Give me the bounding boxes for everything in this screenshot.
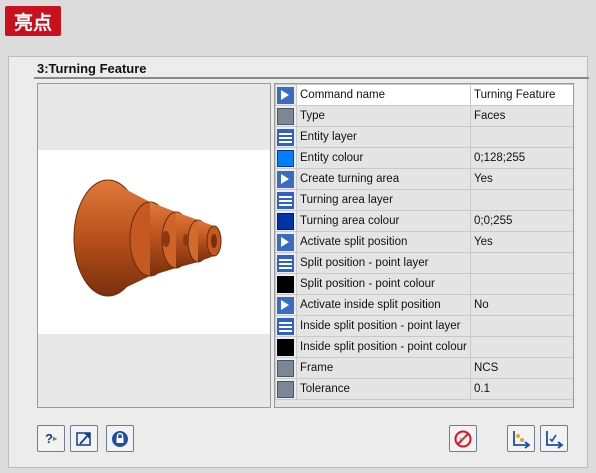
dialog-window: 3:Turning Feature Command name Turning F…: [8, 56, 589, 468]
property-row[interactable]: Entity colour 0;128;255: [275, 147, 573, 169]
property-row[interactable]: Split position - point colour: [275, 273, 573, 295]
property-row[interactable]: Create turning area Yes: [275, 168, 573, 190]
apply-next-button[interactable]: [540, 425, 568, 452]
property-name: Entity layer: [296, 126, 471, 148]
property-value[interactable]: [470, 126, 573, 148]
property-icon-cell: [275, 252, 297, 274]
property-value[interactable]: [470, 315, 573, 337]
property-row[interactable]: Split position - point layer: [275, 252, 573, 274]
property-name: Tolerance: [296, 378, 471, 400]
command-icon: [277, 233, 294, 251]
property-name: Create turning area: [296, 168, 471, 190]
layer-icon: [277, 128, 294, 146]
property-name: Activate inside split position: [296, 294, 471, 316]
property-value[interactable]: [470, 273, 573, 295]
property-icon-cell: [275, 378, 297, 400]
help-button[interactable]: ? ▸: [37, 425, 65, 452]
property-row[interactable]: Activate inside split position No: [275, 294, 573, 316]
layer-icon: [277, 317, 294, 335]
property-icon-cell: [275, 315, 297, 337]
property-name: Frame: [296, 357, 471, 379]
property-value[interactable]: Yes: [470, 168, 573, 190]
property-row[interactable]: Frame NCS: [275, 357, 573, 379]
property-icon-cell: [275, 336, 297, 358]
property-row[interactable]: Entity layer: [275, 126, 573, 148]
cancel-button[interactable]: [449, 425, 477, 452]
property-value[interactable]: Turning Feature: [470, 84, 573, 106]
lock-icon: [112, 430, 128, 447]
dialog-title: 3:Turning Feature: [37, 61, 147, 76]
part-preview: [37, 83, 271, 408]
apply-next-icon: [546, 430, 564, 449]
property-grid: Command name Turning Feature Type Faces Enti…: [274, 83, 574, 408]
property-name: Type: [296, 105, 471, 127]
pick-arrow-icon: [76, 431, 91, 446]
property-value[interactable]: [470, 252, 573, 274]
property-name: Activate split position: [296, 231, 471, 253]
command-icon: [277, 170, 294, 188]
property-icon-cell: [275, 273, 297, 295]
layer-icon: [277, 191, 294, 209]
property-value[interactable]: Faces: [470, 105, 573, 127]
turned-part-image: [73, 179, 222, 297]
property-value[interactable]: [470, 336, 573, 358]
type-icon: [277, 107, 294, 125]
property-name: Inside split position - point colour: [296, 336, 471, 358]
property-icon-cell: [275, 105, 297, 127]
pick-button[interactable]: [70, 425, 98, 452]
property-icon-cell: [275, 147, 297, 169]
property-row[interactable]: Turning area colour 0;0;255: [275, 210, 573, 232]
property-icon-cell: [275, 210, 297, 232]
property-value[interactable]: NCS: [470, 357, 573, 379]
type-icon: [277, 359, 294, 377]
command-icon: [277, 86, 294, 104]
lock-button[interactable]: [106, 425, 134, 452]
property-row[interactable]: Turning area layer: [275, 189, 573, 211]
property-name: Turning area layer: [296, 189, 471, 211]
layer-icon: [277, 254, 294, 272]
property-name: Split position - point layer: [296, 252, 471, 274]
property-icon-cell: [275, 357, 297, 379]
property-row[interactable]: Type Faces: [275, 105, 573, 127]
property-value[interactable]: 0.1: [470, 378, 573, 400]
property-name: Split position - point colour: [296, 273, 471, 295]
property-name: Entity colour: [296, 147, 471, 169]
property-row[interactable]: Command name Turning Feature: [275, 84, 573, 106]
cancel-icon: [454, 430, 472, 447]
property-row[interactable]: Inside split position - point colour: [275, 336, 573, 358]
property-icon-cell: [275, 231, 297, 253]
property-icon-cell: [275, 294, 297, 316]
property-name: Inside split position - point layer: [296, 315, 471, 337]
help-icon: ?: [45, 431, 53, 446]
property-name: Command name: [296, 84, 471, 106]
type-icon: [277, 380, 294, 398]
title-divider: [34, 77, 589, 79]
apply-icon: [513, 430, 531, 449]
colour-swatch-icon: [277, 275, 294, 293]
property-icon-cell: [275, 189, 297, 211]
property-value[interactable]: [470, 189, 573, 211]
command-icon: [277, 296, 294, 314]
colour-swatch-icon: [277, 338, 294, 356]
colour-swatch-icon: [277, 212, 294, 230]
property-icon-cell: [275, 168, 297, 190]
colour-swatch-icon: [277, 149, 294, 167]
apply-button[interactable]: [507, 425, 535, 452]
highlight-badge: 亮点: [5, 6, 61, 36]
property-value[interactable]: No: [470, 294, 573, 316]
property-row[interactable]: Tolerance 0.1: [275, 378, 573, 400]
property-value[interactable]: 0;0;255: [470, 210, 573, 232]
property-name: Turning area colour: [296, 210, 471, 232]
property-value[interactable]: 0;128;255: [470, 147, 573, 169]
property-row[interactable]: Inside split position - point layer: [275, 315, 573, 337]
property-icon-cell: [275, 84, 297, 106]
property-value[interactable]: Yes: [470, 231, 573, 253]
property-icon-cell: [275, 126, 297, 148]
property-row[interactable]: Activate split position Yes: [275, 231, 573, 253]
